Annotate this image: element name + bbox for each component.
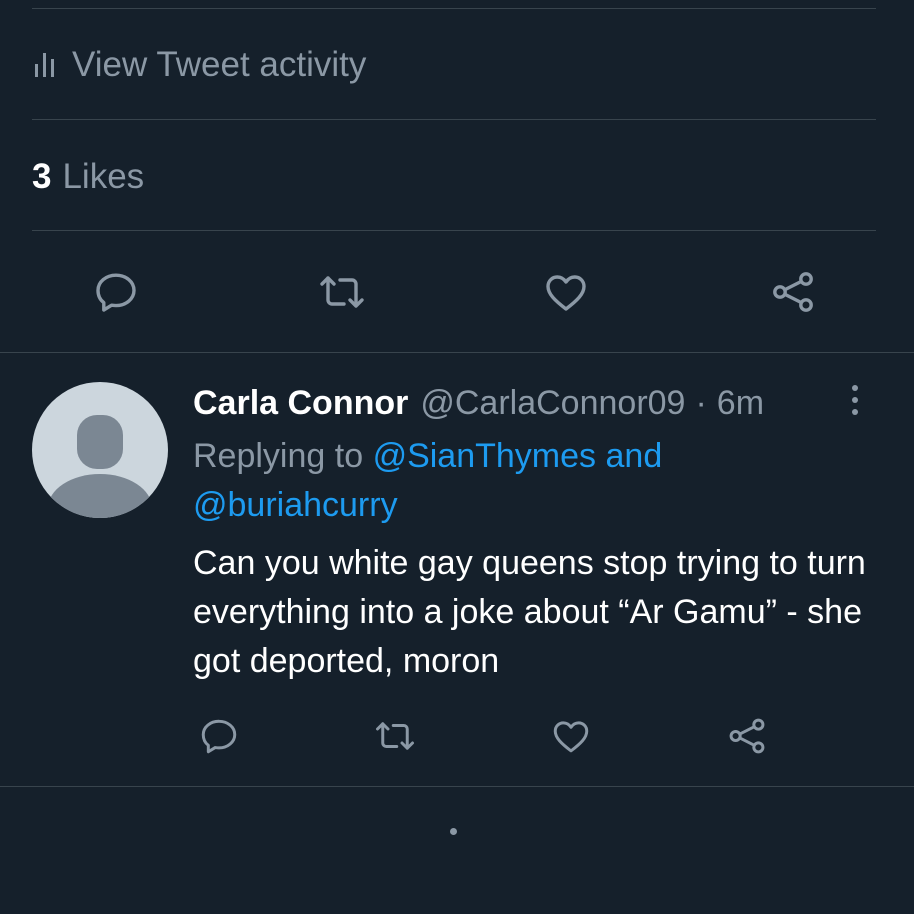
loading-indicator [450, 828, 457, 835]
mention-joiner[interactable]: and [606, 437, 663, 475]
share-icon [729, 718, 765, 754]
heart-icon [546, 275, 586, 311]
reply-share-button[interactable] [722, 712, 772, 760]
reply-icon [201, 719, 237, 754]
tweet-detail-page: View Tweet activity 3 Likes Carla Connor… [0, 0, 914, 914]
retweet-button[interactable] [310, 264, 374, 320]
share-button[interactable] [763, 264, 823, 320]
reply-header: Carla Connor @CarlaConnor09 · 6m [193, 378, 764, 428]
reply-text: Can you white gay queens stop trying to … [193, 544, 866, 680]
heart-icon [553, 721, 589, 753]
like-button[interactable] [536, 264, 596, 320]
likes-label: Likes [62, 157, 145, 196]
author-handle[interactable]: @CarlaConnor09 [420, 384, 685, 423]
likes-divider [32, 230, 876, 231]
view-tweet-activity-label: View Tweet activity [72, 45, 367, 84]
default-profile-icon [48, 415, 152, 518]
meta-separator: · [695, 383, 707, 422]
reply-like-button[interactable] [546, 712, 596, 760]
likes-count: 3 [32, 157, 52, 196]
more-options-button[interactable] [840, 380, 870, 420]
reply-retweet-button[interactable] [368, 712, 422, 760]
reply-button[interactable] [86, 264, 146, 320]
mention-sianthymes[interactable]: @SianThymes [373, 437, 596, 475]
replying-to-prefix: Replying to [193, 437, 364, 475]
share-icon [773, 272, 813, 312]
reply-divider [0, 786, 914, 787]
likes-link[interactable]: 3 Likes [32, 142, 144, 212]
view-tweet-activity-button[interactable]: View Tweet activity [32, 30, 366, 100]
tweet-divider [0, 352, 914, 353]
activity-divider [32, 119, 876, 120]
reply-icon [96, 273, 136, 312]
reply-reply-button[interactable] [194, 712, 244, 760]
retweet-icon [376, 722, 414, 750]
retweet-icon [320, 276, 364, 308]
top-divider [32, 8, 876, 9]
bar-chart-icon [32, 51, 58, 79]
reply-timestamp[interactable]: 6m [717, 384, 764, 423]
more-vertical-icon [852, 385, 858, 415]
mention-buriahcurry[interactable]: @buriahcurry [193, 486, 398, 524]
avatar[interactable] [32, 382, 168, 518]
author-name[interactable]: Carla Connor [193, 384, 408, 423]
replying-to-line: Replying to @SianThymes and @buriahcurry [193, 432, 873, 530]
